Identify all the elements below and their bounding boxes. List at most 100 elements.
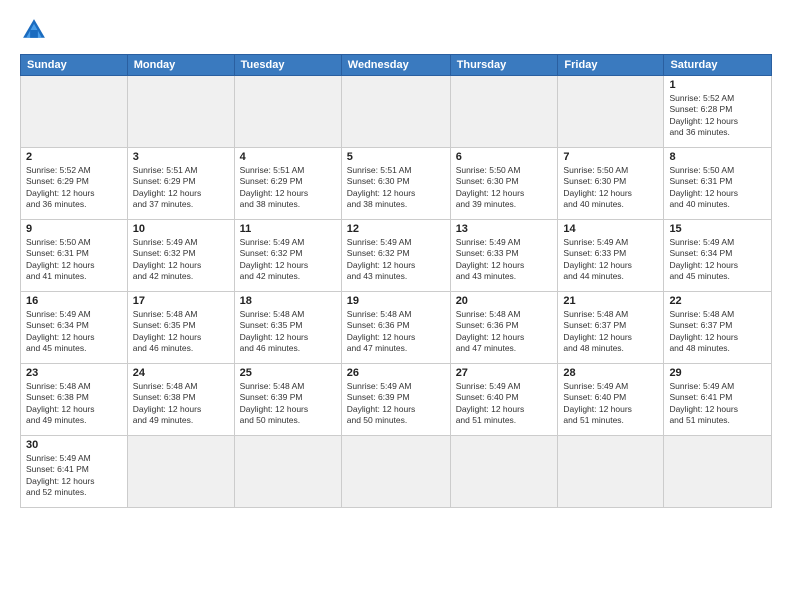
week-row-1: 2 Sunrise: 5:52 AM Sunset: 6:29 PM Daylig… (21, 148, 772, 220)
page: SundayMondayTuesdayWednesdayThursdayFrid… (0, 0, 792, 612)
calendar-cell: 22 Sunrise: 5:48 AM Sunset: 6:37 PM Dayli… (664, 292, 772, 364)
week-row-4: 23 Sunrise: 5:48 AM Sunset: 6:38 PM Dayli… (21, 364, 772, 436)
weekday-header-monday: Monday (127, 55, 234, 76)
day-number: 28 (563, 367, 658, 379)
day-number: 22 (669, 295, 766, 307)
day-info: Sunrise: 5:48 AM Sunset: 6:37 PM Dayligh… (669, 309, 766, 355)
calendar-cell: 12 Sunrise: 5:49 AM Sunset: 6:32 PM Dayli… (341, 220, 450, 292)
day-info: Sunrise: 5:50 AM Sunset: 6:30 PM Dayligh… (563, 165, 658, 211)
calendar-cell (234, 436, 341, 508)
calendar-cell: 16Sunrise: 5:49 AM Sunset: 6:34 PM Dayli… (21, 292, 128, 364)
day-number: 23 (26, 367, 122, 379)
calendar-cell: 7 Sunrise: 5:50 AM Sunset: 6:30 PM Daylig… (558, 148, 664, 220)
calendar-cell: 4Sunrise: 5:51 AM Sunset: 6:29 PM Daylig… (234, 148, 341, 220)
calendar-cell: 20 Sunrise: 5:48 AM Sunset: 6:36 PM Dayli… (450, 292, 558, 364)
day-number: 30 (26, 439, 122, 451)
day-info: Sunrise: 5:48 AM Sunset: 6:38 PM Dayligh… (26, 381, 122, 427)
calendar-cell (558, 436, 664, 508)
calendar-cell: 11 Sunrise: 5:49 AM Sunset: 6:32 PM Dayli… (234, 220, 341, 292)
day-info: Sunrise: 5:48 AM Sunset: 6:36 PM Dayligh… (456, 309, 553, 355)
week-row-3: 16Sunrise: 5:49 AM Sunset: 6:34 PM Dayli… (21, 292, 772, 364)
calendar-cell (450, 436, 558, 508)
day-info: Sunrise: 5:49 AM Sunset: 6:33 PM Dayligh… (563, 237, 658, 283)
day-info: Sunrise: 5:49 AM Sunset: 6:40 PM Dayligh… (563, 381, 658, 427)
day-number: 7 (563, 151, 658, 163)
calendar-cell (341, 436, 450, 508)
calendar-cell: 15 Sunrise: 5:49 AM Sunset: 6:34 PM Dayli… (664, 220, 772, 292)
calendar: SundayMondayTuesdayWednesdayThursdayFrid… (20, 54, 772, 508)
day-info: Sunrise: 5:51 AM Sunset: 6:30 PM Dayligh… (347, 165, 445, 211)
day-number: 27 (456, 367, 553, 379)
calendar-cell: 3 Sunrise: 5:51 AM Sunset: 6:29 PM Daylig… (127, 148, 234, 220)
day-info: Sunrise: 5:52 AM Sunset: 6:29 PM Dayligh… (26, 165, 122, 211)
day-info: Sunrise: 5:49 AM Sunset: 6:32 PM Dayligh… (133, 237, 229, 283)
calendar-cell: 10 Sunrise: 5:49 AM Sunset: 6:32 PM Dayli… (127, 220, 234, 292)
day-number: 1 (669, 79, 766, 91)
day-info: Sunrise: 5:48 AM Sunset: 6:35 PM Dayligh… (240, 309, 336, 355)
day-number: 4 (240, 151, 336, 163)
day-number: 18 (240, 295, 336, 307)
week-row-2: 9 Sunrise: 5:50 AM Sunset: 6:31 PM Daylig… (21, 220, 772, 292)
day-number: 15 (669, 223, 766, 235)
day-info: Sunrise: 5:49 AM Sunset: 6:34 PM Dayligh… (669, 237, 766, 283)
day-number: 11 (240, 223, 336, 235)
calendar-cell: 24Sunrise: 5:48 AM Sunset: 6:38 PM Dayli… (127, 364, 234, 436)
day-info: Sunrise: 5:49 AM Sunset: 6:40 PM Dayligh… (456, 381, 553, 427)
weekday-header-tuesday: Tuesday (234, 55, 341, 76)
day-number: 2 (26, 151, 122, 163)
day-number: 8 (669, 151, 766, 163)
day-number: 3 (133, 151, 229, 163)
day-number: 26 (347, 367, 445, 379)
calendar-body: 1 Sunrise: 5:52 AM Sunset: 6:28 PM Daylig… (21, 76, 772, 508)
calendar-cell (450, 76, 558, 148)
logo (20, 16, 52, 44)
day-number: 5 (347, 151, 445, 163)
calendar-cell: 6Sunrise: 5:50 AM Sunset: 6:30 PM Daylig… (450, 148, 558, 220)
day-info: Sunrise: 5:48 AM Sunset: 6:36 PM Dayligh… (347, 309, 445, 355)
day-info: Sunrise: 5:48 AM Sunset: 6:35 PM Dayligh… (133, 309, 229, 355)
day-number: 21 (563, 295, 658, 307)
calendar-cell (234, 76, 341, 148)
day-info: Sunrise: 5:51 AM Sunset: 6:29 PM Dayligh… (133, 165, 229, 211)
weekday-header-sunday: Sunday (21, 55, 128, 76)
calendar-cell: 17Sunrise: 5:48 AM Sunset: 6:35 PM Dayli… (127, 292, 234, 364)
calendar-cell: 9 Sunrise: 5:50 AM Sunset: 6:31 PM Daylig… (21, 220, 128, 292)
calendar-cell: 18 Sunrise: 5:48 AM Sunset: 6:35 PM Dayli… (234, 292, 341, 364)
day-info: Sunrise: 5:49 AM Sunset: 6:33 PM Dayligh… (456, 237, 553, 283)
weekday-header-saturday: Saturday (664, 55, 772, 76)
day-info: Sunrise: 5:48 AM Sunset: 6:38 PM Dayligh… (133, 381, 229, 427)
logo-icon (20, 16, 48, 44)
calendar-cell: 19Sunrise: 5:48 AM Sunset: 6:36 PM Dayli… (341, 292, 450, 364)
day-number: 12 (347, 223, 445, 235)
week-row-0: 1 Sunrise: 5:52 AM Sunset: 6:28 PM Daylig… (21, 76, 772, 148)
calendar-cell: 5 Sunrise: 5:51 AM Sunset: 6:30 PM Daylig… (341, 148, 450, 220)
day-info: Sunrise: 5:49 AM Sunset: 6:39 PM Dayligh… (347, 381, 445, 427)
calendar-cell: 27 Sunrise: 5:49 AM Sunset: 6:40 PM Dayli… (450, 364, 558, 436)
calendar-cell (127, 76, 234, 148)
day-info: Sunrise: 5:49 AM Sunset: 6:41 PM Dayligh… (669, 381, 766, 427)
day-info: Sunrise: 5:50 AM Sunset: 6:31 PM Dayligh… (669, 165, 766, 211)
calendar-cell: 1 Sunrise: 5:52 AM Sunset: 6:28 PM Daylig… (664, 76, 772, 148)
day-number: 6 (456, 151, 553, 163)
day-info: Sunrise: 5:49 AM Sunset: 6:32 PM Dayligh… (240, 237, 336, 283)
day-info: Sunrise: 5:49 AM Sunset: 6:41 PM Dayligh… (26, 453, 122, 499)
day-number: 25 (240, 367, 336, 379)
header (20, 16, 772, 44)
day-info: Sunrise: 5:48 AM Sunset: 6:39 PM Dayligh… (240, 381, 336, 427)
weekday-row: SundayMondayTuesdayWednesdayThursdayFrid… (21, 55, 772, 76)
day-number: 10 (133, 223, 229, 235)
calendar-cell: 29Sunrise: 5:49 AM Sunset: 6:41 PM Dayli… (664, 364, 772, 436)
day-number: 9 (26, 223, 122, 235)
calendar-cell (21, 76, 128, 148)
week-row-5: 30 Sunrise: 5:49 AM Sunset: 6:41 PM Dayli… (21, 436, 772, 508)
calendar-header: SundayMondayTuesdayWednesdayThursdayFrid… (21, 55, 772, 76)
day-info: Sunrise: 5:52 AM Sunset: 6:28 PM Dayligh… (669, 93, 766, 139)
day-info: Sunrise: 5:50 AM Sunset: 6:31 PM Dayligh… (26, 237, 122, 283)
weekday-header-thursday: Thursday (450, 55, 558, 76)
calendar-cell: 14Sunrise: 5:49 AM Sunset: 6:33 PM Dayli… (558, 220, 664, 292)
day-number: 20 (456, 295, 553, 307)
calendar-cell: 25 Sunrise: 5:48 AM Sunset: 6:39 PM Dayli… (234, 364, 341, 436)
day-info: Sunrise: 5:49 AM Sunset: 6:32 PM Dayligh… (347, 237, 445, 283)
calendar-cell: 21Sunrise: 5:48 AM Sunset: 6:37 PM Dayli… (558, 292, 664, 364)
calendar-cell: 26 Sunrise: 5:49 AM Sunset: 6:39 PM Dayli… (341, 364, 450, 436)
